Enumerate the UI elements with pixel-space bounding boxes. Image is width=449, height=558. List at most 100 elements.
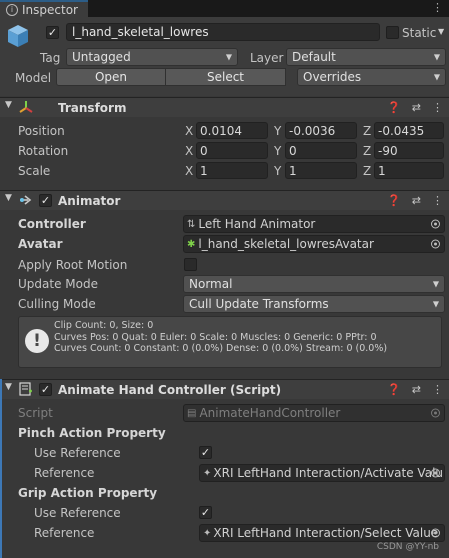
tab-inspector[interactable]: i Inspector bbox=[0, 0, 88, 17]
culling-mode-dropdown[interactable]: Cull Update Transforms ▼ bbox=[183, 295, 445, 313]
grip-use-reference-checkbox[interactable]: ✓ bbox=[199, 506, 212, 519]
rotation-y-field[interactable]: 0 bbox=[285, 142, 357, 159]
rotation-z-value: -90 bbox=[378, 143, 398, 158]
info-line: Curves Count: 0 Constant: 0 (0.0%) Dense… bbox=[54, 343, 388, 354]
tag-label: Tag bbox=[40, 51, 61, 65]
overrides-dropdown[interactable]: Overrides ▼ bbox=[297, 68, 446, 86]
scale-x-field[interactable]: 1 bbox=[196, 162, 268, 179]
scale-z-field[interactable]: 1 bbox=[374, 162, 444, 179]
object-name-field[interactable]: l_hand_skeletal_lowres bbox=[66, 23, 380, 41]
transform-header[interactable]: ▼ Transform ❓ ⇄ ⋮ bbox=[0, 97, 449, 117]
grip-reference-field[interactable]: ✦ XRI LeftHand Interaction/Select Value bbox=[199, 524, 445, 542]
animator-enabled-checkbox[interactable]: ✓ bbox=[39, 194, 52, 207]
object-picker-icon bbox=[431, 408, 440, 418]
position-x-field[interactable]: 0.0104 bbox=[196, 122, 268, 139]
z-axis-label[interactable]: Z bbox=[363, 164, 371, 178]
avatar-label: Avatar bbox=[18, 237, 63, 251]
script-file-icon: ▤ bbox=[187, 407, 197, 419]
position-z-value: -0.0435 bbox=[378, 123, 425, 138]
tag-value: Untagged bbox=[72, 50, 131, 64]
object-name-text: l_hand_skeletal_lowres bbox=[72, 25, 209, 39]
tag-dropdown[interactable]: Untagged ▼ bbox=[66, 48, 238, 66]
watermark: CSDN @YY-nb bbox=[376, 542, 439, 552]
object-picker-icon[interactable] bbox=[431, 528, 440, 538]
scale-z-value: 1 bbox=[378, 163, 386, 178]
scale-x-value: 1 bbox=[200, 163, 208, 178]
grip-use-reference-label: Use Reference bbox=[34, 506, 121, 520]
presets-icon[interactable]: ⇄ bbox=[412, 194, 421, 207]
tab-menu-icon[interactable]: ⋮ bbox=[432, 1, 443, 14]
rotation-x-field[interactable]: 0 bbox=[196, 142, 268, 159]
x-axis-label[interactable]: X bbox=[185, 164, 193, 178]
script-component-header[interactable]: ▼ ✓ Animate Hand Controller (Script) ❓ ⇄… bbox=[0, 379, 449, 399]
apply-root-motion-checkbox[interactable] bbox=[184, 258, 197, 271]
script-label: Script bbox=[18, 406, 53, 420]
object-picker-icon[interactable] bbox=[431, 468, 440, 478]
y-axis-label[interactable]: Y bbox=[274, 164, 281, 178]
open-button[interactable]: Open bbox=[56, 68, 166, 86]
position-z-field[interactable]: -0.0435 bbox=[374, 122, 444, 139]
rotation-z-field[interactable]: -90 bbox=[374, 142, 444, 159]
controller-value: Left Hand Animator bbox=[198, 217, 316, 231]
static-label: Static bbox=[402, 26, 437, 40]
update-mode-dropdown[interactable]: Normal ▼ bbox=[183, 275, 445, 293]
foldout-arrow-icon[interactable]: ▼ bbox=[5, 193, 12, 203]
script-enabled-checkbox[interactable]: ✓ bbox=[39, 383, 52, 396]
y-axis-label[interactable]: Y bbox=[274, 124, 281, 138]
position-x-value: 0.0104 bbox=[200, 123, 242, 138]
controller-label: Controller bbox=[18, 217, 86, 231]
rotation-x-value: 0 bbox=[200, 143, 208, 158]
layer-dropdown[interactable]: Default ▼ bbox=[286, 48, 446, 66]
inspector-tab-bar: i Inspector ⋮ bbox=[0, 0, 449, 17]
avatar-icon: ✱ bbox=[187, 238, 196, 250]
presets-icon[interactable]: ⇄ bbox=[412, 383, 421, 396]
info-line: Curves Pos: 0 Quat: 0 Euler: 0 Scale: 0 … bbox=[54, 331, 377, 343]
script-field: ▤ AnimateHandController bbox=[183, 404, 445, 422]
position-y-field[interactable]: -0.0036 bbox=[285, 122, 357, 139]
controller-field[interactable]: ⇅ Left Hand Animator bbox=[183, 215, 445, 233]
static-dropdown-icon[interactable]: ▼ bbox=[438, 27, 444, 36]
update-mode-value: Normal bbox=[189, 277, 233, 291]
presets-icon[interactable]: ⇄ bbox=[412, 101, 421, 114]
z-axis-label[interactable]: Z bbox=[363, 144, 371, 158]
info-icon: i bbox=[6, 3, 18, 16]
static-checkbox[interactable] bbox=[386, 26, 399, 39]
more-menu-icon[interactable]: ⋮ bbox=[432, 194, 443, 207]
pinch-use-reference-checkbox[interactable]: ✓ bbox=[199, 446, 212, 459]
animator-controller-icon: ⇅ bbox=[187, 218, 196, 230]
input-action-icon: ✦ bbox=[203, 527, 212, 539]
foldout-arrow-icon[interactable]: ▼ bbox=[5, 100, 12, 110]
foldout-arrow-icon[interactable]: ▼ bbox=[5, 382, 12, 392]
layer-label: Layer bbox=[250, 51, 284, 65]
position-y-value: -0.0036 bbox=[289, 123, 336, 138]
x-axis-label[interactable]: X bbox=[185, 124, 193, 138]
rotation-y-value: 0 bbox=[289, 143, 297, 158]
avatar-field[interactable]: ✱ l_hand_skeletal_lowresAvatar bbox=[183, 235, 445, 253]
help-icon[interactable]: ❓ bbox=[387, 194, 401, 207]
object-picker-icon[interactable] bbox=[431, 219, 440, 229]
update-mode-label: Update Mode bbox=[18, 277, 98, 291]
x-axis-label[interactable]: X bbox=[185, 144, 193, 158]
component-tools: ❓ ⇄ ⋮ bbox=[387, 194, 443, 207]
select-button[interactable]: Select bbox=[166, 68, 286, 86]
y-axis-label[interactable]: Y bbox=[274, 144, 281, 158]
pinch-action-property-label[interactable]: Pinch Action Property bbox=[18, 426, 166, 440]
object-active-checkbox[interactable]: ✓ bbox=[46, 26, 59, 39]
info-text: Clip Count: 0, Size: 0 Curves Pos: 0 Qua… bbox=[54, 320, 387, 355]
culling-mode-value: Cull Update Transforms bbox=[189, 297, 329, 311]
more-menu-icon[interactable]: ⋮ bbox=[432, 383, 443, 396]
transform-axes-icon bbox=[19, 100, 33, 117]
pinch-reference-field[interactable]: ✦ XRI LeftHand Interaction/Activate Valu bbox=[199, 464, 445, 482]
scale-y-field[interactable]: 1 bbox=[285, 162, 357, 179]
more-menu-icon[interactable]: ⋮ bbox=[432, 101, 443, 114]
input-action-icon: ✦ bbox=[203, 467, 212, 479]
warning-info-icon: ! bbox=[25, 329, 49, 353]
script-component-title: Animate Hand Controller (Script) bbox=[58, 383, 282, 397]
object-picker-icon[interactable] bbox=[431, 239, 440, 249]
help-icon[interactable]: ❓ bbox=[387, 101, 401, 114]
help-icon[interactable]: ❓ bbox=[387, 383, 401, 396]
chevron-down-icon: ▼ bbox=[433, 72, 440, 82]
z-axis-label[interactable]: Z bbox=[363, 124, 371, 138]
animator-header[interactable]: ▼ ✓ Animator ❓ ⇄ ⋮ bbox=[0, 190, 449, 210]
grip-action-property-label[interactable]: Grip Action Property bbox=[18, 486, 157, 500]
